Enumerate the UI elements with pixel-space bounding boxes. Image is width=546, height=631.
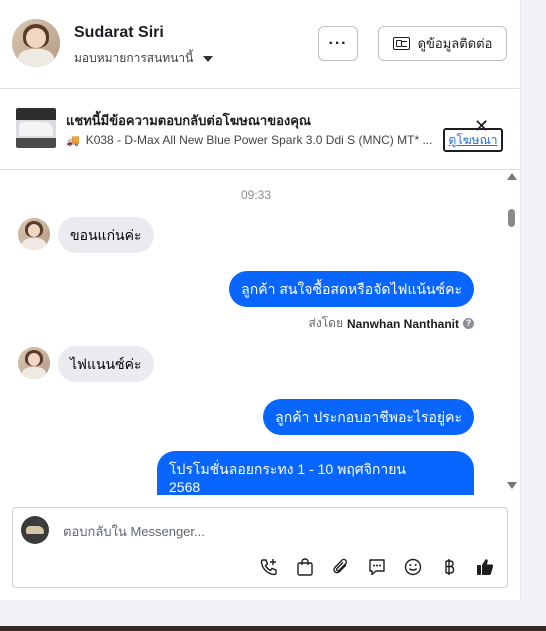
close-icon[interactable]: ✕ xyxy=(474,117,489,135)
incoming-message[interactable]: ขอนแก่นค่ะ xyxy=(58,217,154,253)
scroll-up-arrow-icon[interactable] xyxy=(507,173,517,180)
assign-conversation-dropdown[interactable]: มอบหมายการสนทนานี้ xyxy=(74,49,214,68)
sent-by-prefix: ส่งโดย xyxy=(308,316,343,330)
conversation-panel: Sudarat Siri มอบหมายการสนทนานี้ ··· ดูข้… xyxy=(0,0,521,600)
message-composer xyxy=(12,507,508,588)
help-icon[interactable]: ? xyxy=(463,318,474,329)
ad-thumbnail xyxy=(16,108,56,148)
ad-reply-banner: แชทนี้มีข้อความตอบกลับต่อโฆษณาของคุณ 🚚 K… xyxy=(0,89,520,170)
chat-bubble-icon[interactable] xyxy=(365,555,389,579)
message-thread[interactable]: 09:33 ขอนแก่นค่ะ ลูกค้า สนใจซื้อสดหรือจั… xyxy=(0,170,520,495)
truck-icon: 🚚 xyxy=(66,134,80,147)
scrollbar-thumb[interactable] xyxy=(508,209,515,227)
shopping-bag-icon[interactable] xyxy=(293,555,317,579)
page-avatar xyxy=(21,516,49,544)
outgoing-message[interactable]: โปรโมชั่นลอยกระทง 1 - 10 พฤศจิกายน 2568 xyxy=(157,451,474,495)
view-contact-info-button[interactable]: ดูข้อมูลติดต่อ xyxy=(378,26,507,61)
view-contact-info-label: ดูข้อมูลติดต่อ xyxy=(417,36,493,51)
message-timestamp: 09:33 xyxy=(240,188,272,202)
thumbs-up-icon[interactable] xyxy=(473,555,497,579)
outgoing-message[interactable]: ลูกค้า ประกอบอาชีพอะไรอยู่คะ xyxy=(263,399,474,435)
ad-banner-title: แชทนี้มีข้อความตอบกลับต่อโฆษณาของคุณ xyxy=(66,113,311,128)
contact-name[interactable]: Sudarat Siri xyxy=(74,24,164,42)
emoji-icon[interactable] xyxy=(401,555,425,579)
contact-avatar[interactable] xyxy=(12,19,60,67)
message-line: 2568 xyxy=(169,479,201,495)
reply-input[interactable] xyxy=(61,520,485,542)
baht-icon[interactable] xyxy=(437,555,461,579)
caret-down-icon xyxy=(203,55,214,62)
page-background xyxy=(521,0,546,600)
assign-label: มอบหมายการสนทนานี้ xyxy=(74,51,194,65)
message-line: โปรโมชั่นลอยกระทง 1 - 10 พฤศจิกายน xyxy=(169,461,407,477)
conversation-header: Sudarat Siri มอบหมายการสนทนานี้ ··· ดูข้… xyxy=(0,0,520,89)
call-add-icon[interactable] xyxy=(257,555,281,579)
incoming-message[interactable]: ไฟแนนซ์ค่ะ xyxy=(58,346,154,382)
scroll-down-arrow-icon[interactable] xyxy=(507,482,517,489)
thread-scrollbar[interactable] xyxy=(506,170,518,495)
sent-by-name: Nanwhan Nanthanit xyxy=(346,316,459,331)
composer-toolbar xyxy=(257,555,497,579)
more-options-button[interactable]: ··· xyxy=(318,26,358,61)
paperclip-icon[interactable] xyxy=(329,555,353,579)
outgoing-message[interactable]: ลูกค้า สนใจซื้อสดหรือจัดไฟแน้นซ์คะ xyxy=(229,271,474,307)
ad-name: K038 - D-Max All New Blue Power Spark 3.… xyxy=(85,133,433,147)
page-footer-area xyxy=(0,600,546,631)
view-ad-link[interactable]: ดูโฆษณา xyxy=(443,128,503,152)
ad-banner-subtitle: 🚚 K038 - D-Max All New Blue Power Spark … xyxy=(66,133,436,147)
sent-by-label: ส่งโดย Nanwhan Nanthanit ? xyxy=(309,314,474,333)
contact-card-icon xyxy=(392,37,410,50)
contact-avatar-small xyxy=(18,347,50,379)
contact-avatar-small xyxy=(18,218,50,250)
